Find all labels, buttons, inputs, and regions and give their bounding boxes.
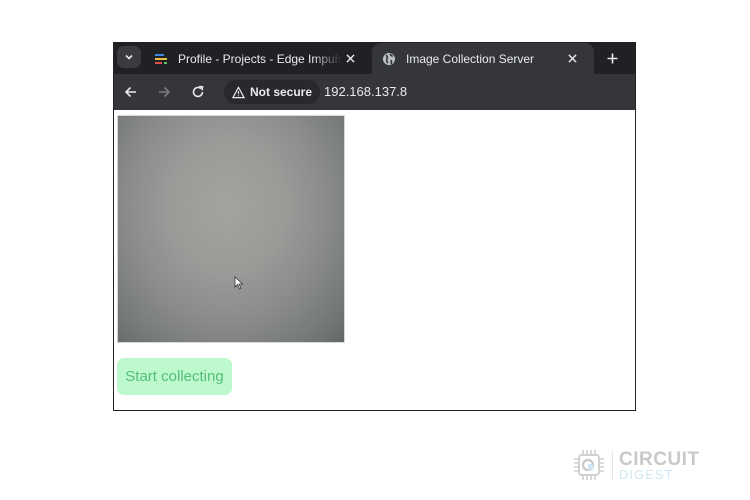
back-button[interactable]: [122, 83, 140, 101]
start-collecting-button[interactable]: Start collecting: [117, 358, 232, 395]
tab-search-button[interactable]: [117, 46, 141, 68]
security-label: Not secure: [250, 85, 313, 99]
circuit-digest-watermark: CIRCUIT DIGEST: [573, 448, 713, 484]
forward-button[interactable]: [155, 83, 173, 101]
reload-icon: [192, 85, 204, 98]
watermark-divider: [612, 451, 613, 479]
close-icon: [567, 54, 577, 63]
tab-title: Image Collection Server: [406, 51, 535, 66]
reload-button[interactable]: [189, 83, 207, 101]
tab-image-collection-server[interactable]: Image Collection Server: [372, 43, 594, 74]
tab-strip: Profile - Projects - Edge Impulse Image …: [114, 43, 635, 74]
mouse-cursor-icon: [234, 276, 244, 290]
edge-impulse-icon: [155, 53, 167, 64]
new-tab-button[interactable]: [602, 48, 622, 68]
plus-icon: [607, 53, 617, 63]
warning-triangle-icon: [232, 85, 245, 98]
browser-window: Profile - Projects - Edge Impulse Image …: [113, 42, 636, 411]
page-content: Start collecting: [114, 110, 635, 410]
globe-icon: [383, 52, 395, 65]
watermark-line2: DIGEST: [619, 467, 674, 482]
camera-feed-image: [117, 115, 345, 343]
tab-title: Profile - Projects - Edge Impulse: [178, 51, 342, 66]
chip-logo-icon: [574, 450, 604, 480]
security-indicator[interactable]: Not secure: [224, 80, 321, 104]
browser-toolbar: Not secure 192.168.137.8: [114, 74, 635, 110]
url-text[interactable]: 192.168.137.8: [324, 84, 407, 99]
address-bar[interactable]: Not secure 192.168.137.8: [224, 80, 634, 104]
close-icon: [345, 54, 355, 63]
close-tab-button[interactable]: [342, 51, 358, 67]
tab-edge-impulse[interactable]: Profile - Projects - Edge Impulse: [144, 43, 372, 74]
arrow-left-icon: [124, 86, 136, 98]
arrow-right-icon: [159, 86, 171, 98]
close-tab-button[interactable]: [564, 51, 580, 67]
chevron-down-icon: [125, 54, 133, 60]
